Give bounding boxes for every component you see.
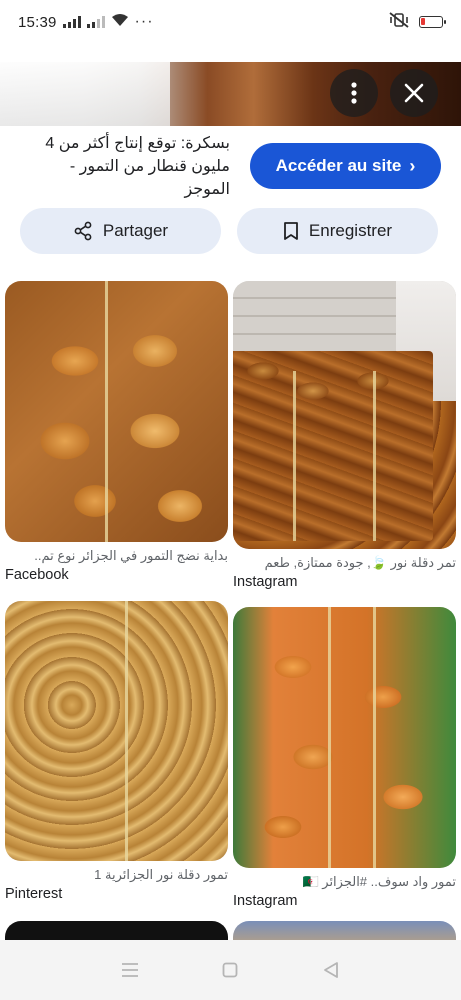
- action-buttons: Partager Enregistrer: [20, 208, 438, 254]
- home-square-icon[interactable]: [218, 958, 242, 982]
- back-triangle-icon[interactable]: [319, 958, 343, 982]
- signal-2-icon: [86, 16, 105, 28]
- signal-icon: [62, 16, 81, 28]
- dates-box-decoration: [233, 351, 433, 541]
- stem-decoration: [105, 281, 108, 542]
- image-caption: بداية نضج التمور في الجزائر نوع تم..: [34, 548, 228, 563]
- stem-decoration: [373, 607, 376, 868]
- vibrate-mute-icon: [389, 12, 409, 32]
- battery-level: [421, 18, 425, 25]
- image-caption: تمور واد سوف.. #الجزائر 🇩🇿: [302, 874, 456, 889]
- related-image[interactable]: [5, 281, 228, 542]
- status-bar: 15:39 ···: [0, 0, 461, 44]
- close-icon: [404, 83, 424, 103]
- related-image-card[interactable]: تمور واد سوف.. #الجزائر 🇩🇿 Instagram: [233, 607, 456, 909]
- navigation-bar: [0, 940, 461, 1000]
- visit-site-label: Accéder au site: [275, 156, 402, 175]
- result-header: بسكرة: توقع إنتاج أكثر من 4 مليون قنطار …: [20, 135, 441, 198]
- related-image-card[interactable]: تمر دقلة نور 🍃, جودة ممتازة, طعم Instagr…: [233, 281, 456, 590]
- related-image[interactable]: [233, 607, 456, 868]
- wifi-icon: [111, 13, 129, 31]
- share-button[interactable]: Partager: [20, 208, 221, 254]
- more-vert-icon: [351, 82, 357, 104]
- stem-decoration: [328, 607, 331, 868]
- save-button[interactable]: Enregistrer: [237, 208, 438, 254]
- related-image-card[interactable]: تمور دقلة نور الجزائرية 1 Pinterest: [5, 601, 228, 902]
- close-button[interactable]: [390, 69, 438, 117]
- stem-decoration: [373, 371, 376, 541]
- share-label: Partager: [102, 221, 169, 240]
- more-notifications-icon: ···: [134, 13, 154, 30]
- hero-image[interactable]: [0, 62, 461, 126]
- menu-icon[interactable]: [118, 958, 142, 982]
- related-image[interactable]: [233, 281, 456, 549]
- image-source: Instagram: [233, 574, 298, 590]
- stem-decoration: [293, 371, 296, 541]
- more-options-button[interactable]: [330, 69, 378, 117]
- save-label: Enregistrer: [308, 221, 393, 240]
- image-source: Facebook: [5, 567, 69, 583]
- image-caption: تمور دقلة نور الجزائرية 1: [94, 867, 228, 882]
- image-source: Pinterest: [5, 886, 63, 902]
- bookmark-icon: [284, 222, 298, 240]
- stem-decoration: [125, 601, 128, 861]
- chevron-right-icon: ›: [409, 155, 416, 176]
- result-title: بسكرة: توقع إنتاج أكثر من 4 مليون قنطار …: [45, 134, 230, 198]
- visit-site-button[interactable]: Accéder au site ›: [250, 143, 441, 189]
- status-time: 15:39: [18, 13, 57, 31]
- image-caption: تمر دقلة نور 🍃, جودة ممتازة, طعم: [264, 555, 456, 570]
- share-icon: [74, 221, 92, 241]
- image-source: Instagram: [233, 893, 298, 909]
- related-image-card[interactable]: بداية نضج التمور في الجزائر نوع تم.. Fac…: [5, 281, 228, 583]
- related-image[interactable]: [5, 601, 228, 861]
- battery-icon: [419, 16, 446, 28]
